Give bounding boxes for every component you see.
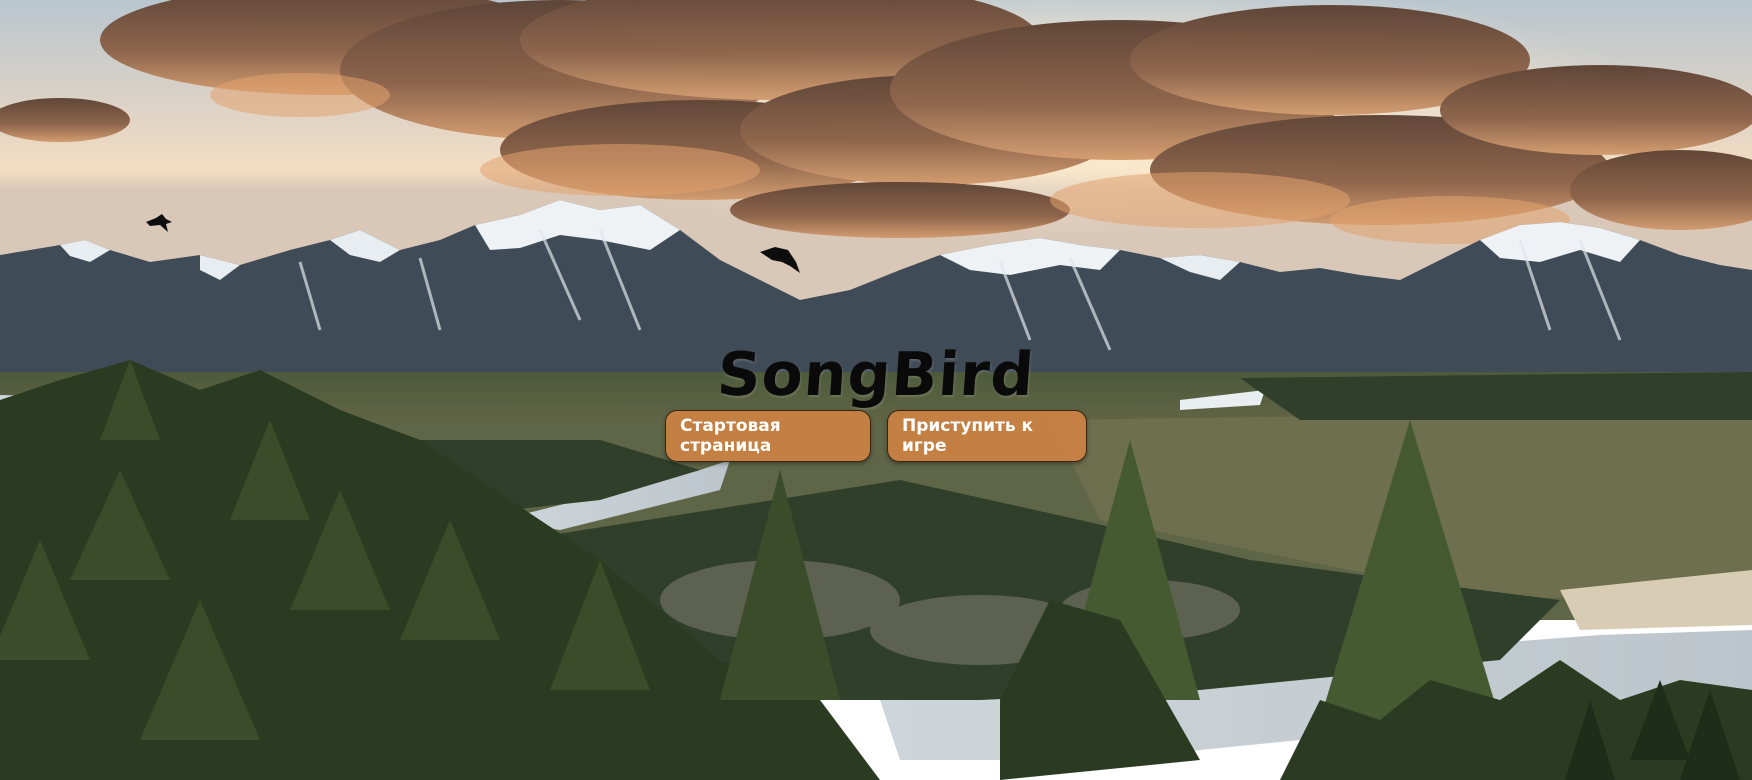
start-page-button[interactable]: Стартовая страница — [665, 410, 871, 462]
main-nav: Стартовая страница Приступить к игре — [0, 410, 1752, 462]
start-game-button[interactable]: Приступить к игре — [887, 410, 1087, 462]
bird-icon — [760, 247, 800, 273]
bird-icon — [146, 214, 172, 232]
page-title: SongBird — [715, 340, 1037, 411]
